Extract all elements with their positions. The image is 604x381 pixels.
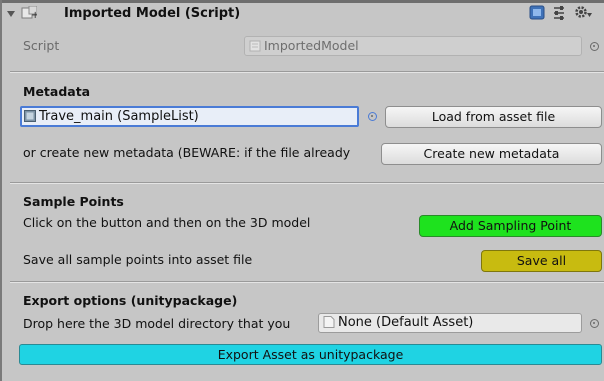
svg-text:+: + [31,10,37,20]
help-icon[interactable] [529,5,545,20]
gear-icon [575,6,592,18]
cs-script-icon [249,39,261,52]
panel-top-border [0,0,604,3]
export-heading: Export options (unitypackage) [23,293,238,308]
metadata-object-value: Trave_main (SampleList) [39,109,199,124]
export-asset-button[interactable]: Export Asset as unitypackage [19,344,602,365]
sliders-icon [554,6,564,20]
create-metadata-button[interactable]: Create new metadata [381,143,602,165]
divider-highlight [10,183,604,184]
panel-left-border [0,0,2,381]
add-sampling-point-button[interactable]: Add Sampling Point [419,215,602,237]
save-all-button[interactable]: Save all [481,250,602,272]
save-points-text: Save all sample points into asset file [23,252,253,267]
script-label: Script [23,38,60,53]
create-metadata-text: or create new metadata (BEWARE: if the f… [23,145,351,160]
export-directory-field[interactable]: None (Default Asset) [318,313,582,333]
sample-points-heading: Sample Points [23,194,124,209]
divider-highlight [10,72,604,73]
component-title: Imported Model (Script) [64,6,241,21]
script-icon: + [21,5,39,21]
sample-points-instruction: Click on the button and then on the 3D m… [23,215,311,230]
settings-gear-icon[interactable] [573,4,593,21]
export-drop-text: Drop here the 3D model directory that yo… [23,316,291,331]
script-value: ImportedModel [264,38,359,53]
default-asset-icon [323,316,335,328]
script-picker-icon [590,42,599,51]
metadata-heading: Metadata [23,84,91,99]
export-directory-value: None (Default Asset) [338,315,474,330]
metadata-object-field[interactable]: Trave_main (SampleList) [20,106,359,127]
book-icon [529,5,545,20]
metadata-picker-icon[interactable] [368,112,377,121]
triangle-down-icon [7,11,15,17]
script-field: ImportedModel [244,36,582,56]
export-picker-icon[interactable] [590,319,599,328]
asset-icon [24,110,36,122]
presets-icon[interactable] [551,5,567,20]
load-from-asset-button[interactable]: Load from asset file [385,106,602,128]
foldout-arrow-icon[interactable] [6,7,16,17]
script-component-icon: + [21,5,39,21]
divider-highlight [10,282,604,283]
